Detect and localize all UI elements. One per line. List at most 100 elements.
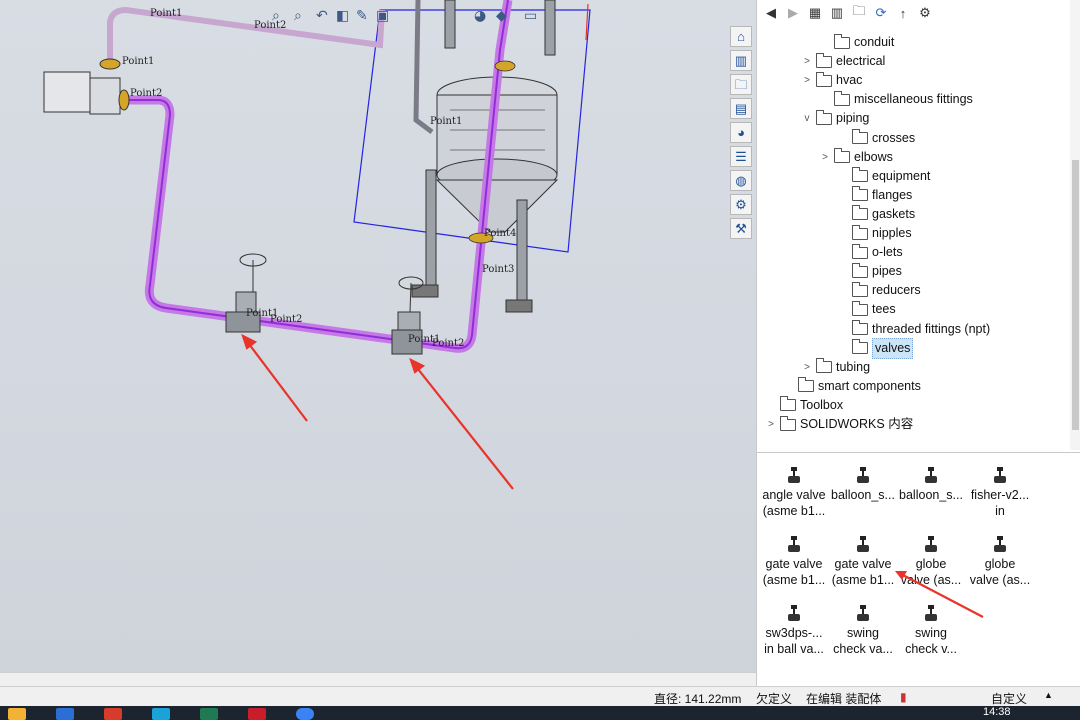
expand-icon[interactable]: > [801,358,813,377]
taskbar-clock[interactable]: 14:38 [983,706,1011,718]
status-definition: 欠定义 [756,692,793,706]
tree-item-piping[interactable]: v piping [801,109,869,128]
tree-item-smart-components[interactable]: smart components [783,377,921,396]
tree-item-gaskets[interactable]: gaskets [837,205,915,224]
tree-item-conduit[interactable]: conduit [819,33,894,52]
design-library-pane: ◀ ▶ ▦ ▥ 🗀 ⟳ ↑ ⚙ conduit > electrical > hvac m… [756,0,1080,686]
app-taskbar-icon-1[interactable] [56,708,74,720]
browser-taskbar-icon[interactable] [296,708,314,720]
forward-icon[interactable]: ▶ [785,5,801,21]
file-explorer-taskbar-icon[interactable] [8,708,26,720]
palette-item-label: balloon_s... [899,488,963,502]
palette-item[interactable]: angle valve (asme b1... [759,461,829,519]
view-palette-icon[interactable]: ▤ [730,98,752,119]
palette-item[interactable]: sw3dps-... in ball va... [759,599,829,657]
palette-item-label: sw3dps-... [765,626,823,640]
view-settings-icon[interactable]: ▭ [524,8,537,24]
tree-item-reducers[interactable]: reducers [837,281,921,300]
home-icon[interactable]: ⌂ [730,26,752,47]
tree-item-nipples[interactable]: nipples [837,224,912,243]
folder-icon [816,52,832,68]
add-file-location-icon[interactable]: ▥ [829,5,845,21]
file-explorer-icon[interactable]: 🗀 [730,74,752,95]
tree-item-pipes[interactable]: pipes [837,262,902,281]
appearances-icon[interactable]: ◕ [730,122,752,143]
valve-part-icon [922,603,940,623]
viewport-horizontal-scrollbar[interactable] [0,672,756,687]
section-view-icon[interactable]: ◧ [336,8,349,24]
create-folder-icon[interactable]: 🗀 [851,2,867,24]
up-icon[interactable]: ↑ [895,6,911,21]
toolbox-icon[interactable]: ⚙ [917,5,933,21]
zoom-fit-icon[interactable]: ⌕ [272,8,280,24]
add-library-icon[interactable]: ▦ [807,5,823,21]
palette-item-sublabel: in ball va... [764,642,824,656]
tree-item-tubing[interactable]: > tubing [801,358,870,377]
custom-properties-icon[interactable]: ☰ [730,146,752,167]
palette-item[interactable]: fisher-v2... in [965,461,1035,519]
tree-item-valves[interactable]: valves [837,337,914,359]
tree-scrollbar[interactable] [1070,0,1080,450]
toolbox-tab-icon[interactable]: ⚙ [730,194,752,215]
palette-item[interactable]: swing check va... [828,599,898,657]
folder-icon [798,377,814,393]
solidworks-taskbar-icon[interactable] [248,708,266,720]
valve-part-icon [991,534,1009,554]
expand-icon[interactable]: > [765,415,777,434]
pump-motor[interactable] [43,58,130,115]
dynamic-annotation-icon[interactable]: ✎ [356,8,368,24]
expand-icon[interactable]: > [801,71,813,90]
expand-icon[interactable]: > [819,148,831,167]
app-taskbar-icon-3[interactable] [152,708,170,720]
appearance-icon[interactable]: ◕ [474,8,486,24]
tree-item-solidworks-[interactable]: > SOLIDWORKS 内容 [765,415,913,434]
assembly-canvas[interactable]: Point1 Point2 Point1 Point2 Point1 Point… [0,0,756,672]
tree-item-miscellaneous-fittings[interactable]: miscellaneous fittings [819,90,973,109]
rebuild-icon[interactable]: ▮ [900,690,907,704]
palette-item[interactable]: swing check v... [896,599,966,657]
design-library-icon[interactable]: ▥ [730,50,752,71]
tree-item-elbows[interactable]: > elbows [819,148,893,167]
view-orientation-icon[interactable]: ▣ [376,8,389,24]
zoom-area-icon[interactable]: ⌕ [294,8,302,24]
refresh-icon[interactable]: ⟳ [873,5,889,21]
tree-item-equipment[interactable]: equipment [837,167,930,186]
previous-view-icon[interactable]: ↶ [316,8,328,24]
tree-item-o-lets[interactable]: o-lets [837,243,903,262]
tank-inlet-pipe[interactable] [413,0,434,134]
palette-item[interactable]: globe valve (as... [965,530,1035,588]
gate-valve-left[interactable] [225,253,267,333]
tree-item-tees[interactable]: tees [837,300,896,319]
palette-item[interactable]: gate valve (asme b1... [828,530,898,588]
status-units[interactable]: 自定义 [991,690,1027,707]
tree-item-threaded-fittings-npt-[interactable]: threaded fittings (npt) [837,320,990,339]
tree-item-crosses[interactable]: crosses [837,129,915,148]
folder-icon [852,167,868,183]
palette-item[interactable]: balloon_s... [828,461,898,503]
tree-item-flanges[interactable]: flanges [837,186,912,205]
app-taskbar-icon-2[interactable] [104,708,122,720]
tree-item-label: hvac [836,73,863,88]
back-icon[interactable]: ◀ [763,5,779,21]
label-point2-valve-left: Point2 [270,314,302,325]
solidworks-forum-icon[interactable]: ◍ [730,170,752,191]
expand-icon[interactable]: > [801,52,813,71]
palette-item[interactable]: globe valve (as... [896,530,966,588]
graphics-viewport[interactable]: Point1 Point2 Point1 Point2 Point1 Point… [0,0,756,672]
palette-item[interactable]: gate valve (asme b1... [759,530,829,588]
routing-library-icon[interactable]: ⚒ [730,218,752,239]
folder-icon [852,339,868,355]
tree-item-label: smart components [818,378,921,393]
folder-icon [852,320,868,335]
tree-item-electrical[interactable]: > electrical [801,52,885,71]
units-dropdown-icon[interactable]: ▲ [1044,690,1053,700]
scene-icon[interactable]: ◆ [496,8,507,24]
tree-item-toolbox[interactable]: Toolbox [765,396,843,415]
tree-item-hvac[interactable]: > hvac [801,71,862,90]
collapse-icon[interactable]: v [801,109,813,128]
app-taskbar-icon-4[interactable] [200,708,218,720]
palette-item-sublabel: valve (as... [900,573,962,587]
tree-item-label: Toolbox [800,397,844,412]
palette-item[interactable]: balloon_s... [896,461,966,503]
valve-part-icon [922,465,940,485]
